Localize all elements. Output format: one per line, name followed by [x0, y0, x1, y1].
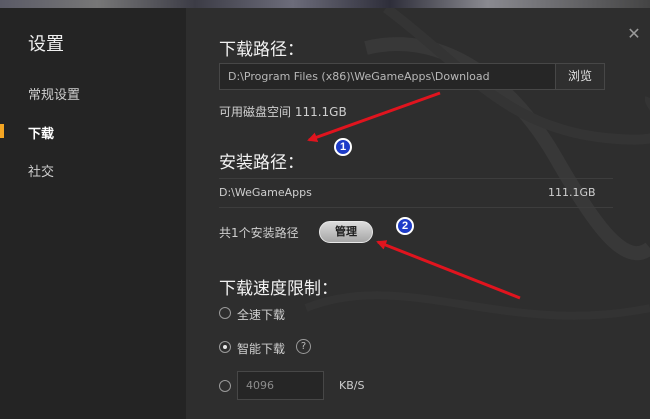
divider: [219, 178, 613, 179]
download-path-title: 下载路径：: [219, 40, 304, 60]
sidebar-item-social[interactable]: 社交: [28, 161, 54, 180]
speed-unit-label: KB/S: [339, 379, 365, 392]
radio-button[interactable]: [219, 307, 231, 319]
close-icon[interactable]: ✕: [626, 26, 642, 42]
annotation-badge-2: 2: [396, 217, 414, 235]
speed-limit-input[interactable]: [237, 371, 324, 400]
install-path-count: 共1个安装路径: [219, 226, 299, 240]
help-icon[interactable]: ?: [296, 339, 311, 354]
speed-limit-title: 下载速度限制：: [219, 279, 338, 299]
sidebar-item-general[interactable]: 常规设置: [28, 84, 80, 103]
radio-label: 全速下载: [237, 308, 286, 322]
radio-button-selected[interactable]: [219, 341, 231, 353]
install-path-value: D:\WeGameApps: [219, 186, 312, 199]
radio-label: 智能下载: [237, 342, 286, 356]
radio-button[interactable]: [219, 380, 231, 392]
annotation-badge-1: 1: [334, 138, 352, 156]
window-top-strip: [0, 0, 650, 8]
install-path-title: 安装路径：: [219, 153, 304, 173]
active-nav-marker: [0, 124, 4, 138]
install-path-size: 111.1GB: [548, 186, 596, 199]
divider: [219, 207, 613, 208]
download-path-field[interactable]: D:\Program Files (x86)\WeGameApps\Downlo…: [219, 63, 555, 90]
sidebar-title: 设置: [28, 34, 64, 55]
sidebar-item-download[interactable]: 下载: [28, 123, 54, 142]
sidebar: 设置 常规设置 下载 社交: [0, 8, 186, 419]
browse-button[interactable]: 浏览: [555, 63, 605, 90]
available-disk-space: 可用磁盘空间 111.1GB: [219, 105, 347, 119]
manage-button[interactable]: 管理: [319, 221, 373, 243]
